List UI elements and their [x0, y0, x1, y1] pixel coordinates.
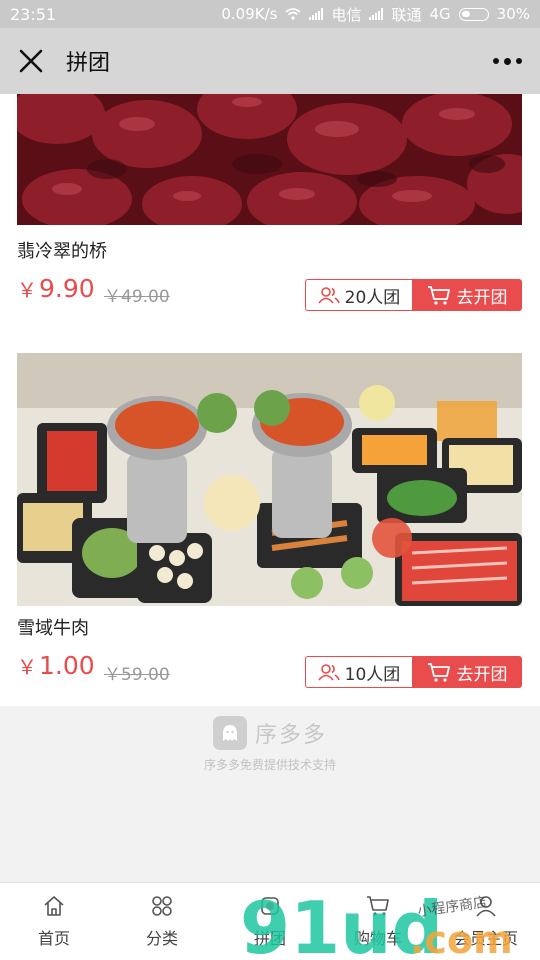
currency-symbol: ￥	[17, 655, 37, 679]
price-value: 9.90	[39, 274, 95, 303]
product-image-hotpot[interactable]	[17, 353, 522, 606]
group-size-button[interactable]: 10人团	[305, 656, 412, 688]
more-dot-icon	[504, 57, 511, 65]
more-dot-icon	[516, 58, 522, 64]
home-icon	[44, 895, 64, 916]
more-menu-button[interactable]	[493, 57, 522, 65]
product-card[interactable]: 雪域牛肉 ￥1.00 ￥59.00 10人团 去开团	[0, 338, 540, 706]
signal-icon-2	[369, 8, 384, 20]
open-group-button[interactable]: 去开团	[412, 279, 522, 311]
product-price: ￥1.00	[17, 651, 95, 680]
open-group-label: 去开团	[456, 664, 508, 685]
tab-cart[interactable]: 购物车	[324, 883, 432, 960]
open-group-button[interactable]: 去开团	[412, 656, 522, 688]
tab-group-buy[interactable]: 拼团	[216, 883, 324, 960]
group-size-button[interactable]: 20人团	[305, 279, 412, 311]
cart-icon	[427, 286, 450, 305]
brand-footer: 序多多 序多多免费提供技术支持	[0, 716, 540, 773]
tab-label: 拼团	[253, 928, 286, 948]
price-value: 1.00	[39, 651, 95, 680]
group-size-label: 10人团	[344, 664, 401, 685]
product-name[interactable]: 雪域牛肉	[17, 614, 89, 640]
cart-icon	[427, 663, 450, 682]
product-image-cranberries[interactable]	[17, 94, 522, 225]
users-icon	[318, 287, 340, 304]
network-speed: 0.09K/s	[221, 5, 278, 23]
tab-bar: 首页 分类 拼团 购物车 会员主页	[0, 882, 540, 960]
more-dot-icon	[493, 58, 499, 64]
currency-symbol: ￥	[17, 278, 37, 302]
group-size-label: 20人团	[344, 287, 401, 308]
battery-percent: 30%	[496, 5, 530, 23]
original-price: ￥59.00	[104, 665, 170, 685]
status-right: 0.09K/s 电信 联通 4G 30%	[221, 4, 530, 25]
product-list[interactable]: 翡冷翠的桥 ￥9.90 ￥49.00 20人团 去开团 雪域牛肉 ￥1.00 ￥…	[0, 94, 540, 882]
open-group-label: 去开团	[456, 287, 508, 308]
status-bar: 23:51 0.09K/s 电信 联通 4G 30%	[0, 0, 540, 28]
tab-label: 首页	[37, 928, 70, 948]
product-price: ￥9.90	[17, 274, 95, 303]
original-price: ￥49.00	[104, 287, 170, 307]
wifi-icon	[285, 8, 301, 20]
page-title: 拼团	[66, 51, 111, 76]
users-icon	[318, 664, 340, 681]
cart-icon	[367, 895, 389, 916]
tab-label: 购物车	[353, 928, 402, 948]
status-time: 23:51	[10, 4, 57, 24]
grid-icon	[152, 895, 172, 916]
brand-logo-icon	[212, 716, 247, 750]
brand-name: 序多多	[254, 723, 327, 748]
brand-logo: 序多多	[212, 716, 327, 750]
network-type: 4G	[429, 5, 451, 23]
carrier-2: 联通	[391, 5, 422, 24]
carrier-1: 电信	[331, 5, 362, 24]
close-icon[interactable]	[18, 48, 44, 74]
group-icon	[261, 896, 279, 915]
tab-label: 分类	[145, 928, 178, 948]
signal-icon-1	[309, 8, 324, 20]
battery-icon	[458, 7, 489, 21]
tab-category[interactable]: 分类	[108, 883, 216, 960]
user-icon	[476, 895, 496, 917]
product-name[interactable]: 翡冷翠的桥	[17, 237, 107, 263]
tab-label: 会员主页	[453, 928, 518, 948]
tab-home[interactable]: 首页	[0, 883, 108, 960]
nav-bar: 拼团	[0, 28, 540, 94]
support-text: 序多多免费提供技术支持	[203, 758, 336, 772]
tab-member[interactable]: 会员主页	[432, 883, 540, 960]
